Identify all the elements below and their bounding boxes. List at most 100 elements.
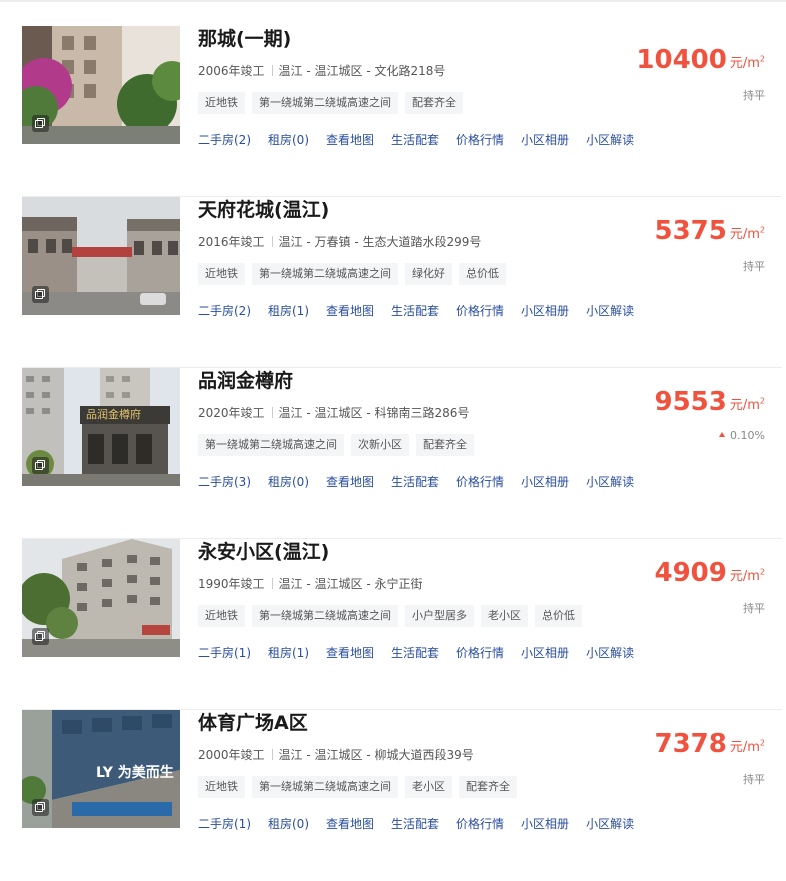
listing-title[interactable]: 天府花城(温江) (198, 197, 329, 223)
feature-tag: 次新小区 (351, 434, 409, 456)
meta-divider (271, 578, 273, 589)
listing-item: 品润金樽府 品润金樽府 2020年竣工 温江 - 温江城区 - 科锦南三路286号… (22, 368, 782, 539)
link-map[interactable]: 查看地图 (326, 131, 374, 149)
feature-tag: 绿化好 (405, 263, 452, 285)
arrow-up-icon (719, 432, 726, 437)
price-unit: 元/m2 (729, 738, 765, 755)
listing-photo[interactable] (22, 539, 180, 657)
feature-tag: 老小区 (405, 776, 452, 798)
link-secondhand[interactable]: 二手房(2) (198, 131, 251, 149)
link-map[interactable]: 查看地图 (326, 815, 374, 833)
link-review[interactable]: 小区解读 (586, 473, 634, 491)
feature-tag: 近地铁 (198, 92, 245, 114)
link-amenities[interactable]: 生活配套 (391, 473, 439, 491)
listing-title[interactable]: 体育广场A区 (198, 710, 308, 736)
listing-meta: 2016年竣工 温江 - 万春镇 - 生态大道踏水段299号 (198, 233, 481, 251)
price: 4909 元/m2 (654, 558, 765, 588)
album-icon (32, 115, 49, 132)
link-secondhand[interactable]: 二手房(3) (198, 473, 251, 491)
listing-links: 二手房(1) 租房(0) 查看地图 生活配套 价格行情 小区相册 小区解读 (198, 813, 651, 833)
meta-divider (271, 407, 273, 418)
feature-tag: 第一绕城第二绕城高速之间 (252, 263, 398, 285)
tag-list: 近地铁 第一绕城第二绕城高速之间 配套齐全 (198, 91, 470, 114)
price-change: 持平 (743, 600, 765, 616)
listing-title[interactable]: 那城(一期) (198, 26, 291, 52)
link-price-trend[interactable]: 价格行情 (456, 473, 504, 491)
price-unit: 元/m2 (729, 567, 765, 584)
listing-title[interactable]: 永安小区(温江) (198, 539, 329, 565)
feature-tag: 配套齐全 (459, 776, 517, 798)
feature-tag: 近地铁 (198, 263, 245, 285)
link-secondhand[interactable]: 二手房(2) (198, 302, 251, 320)
link-rent[interactable]: 租房(0) (268, 131, 309, 149)
listing-photo[interactable]: LY 为美而生 (22, 710, 180, 828)
listing-title[interactable]: 品润金樽府 (198, 368, 293, 394)
album-icon (32, 457, 49, 474)
photo-sign-text: LY 为美而生 (96, 765, 174, 781)
link-price-trend[interactable]: 价格行情 (456, 302, 504, 320)
link-map[interactable]: 查看地图 (326, 473, 374, 491)
feature-tag: 配套齐全 (405, 92, 463, 114)
price: 9553 元/m2 (654, 387, 765, 417)
link-album[interactable]: 小区相册 (521, 644, 569, 662)
listing-photo[interactable] (22, 197, 180, 315)
link-album[interactable]: 小区相册 (521, 302, 569, 320)
link-rent[interactable]: 租房(1) (268, 302, 309, 320)
location: 温江 - 万春镇 - 生态大道踏水段299号 (278, 235, 482, 249)
link-secondhand[interactable]: 二手房(1) (198, 644, 251, 662)
tag-list: 近地铁 第一绕城第二绕城高速之间 小户型居多 老小区 总价低 (198, 604, 589, 627)
meta-divider (271, 65, 273, 76)
meta-divider (271, 236, 273, 247)
listing-links: 二手房(3) 租房(0) 查看地图 生活配套 价格行情 小区相册 小区解读 (198, 471, 651, 491)
listing-photo[interactable]: 品润金樽府 (22, 368, 180, 486)
price-value: 9553 (654, 387, 727, 417)
tag-list: 第一绕城第二绕城高速之间 次新小区 配套齐全 (198, 433, 481, 456)
price-change: 持平 (743, 771, 765, 787)
album-icon (32, 799, 49, 816)
link-amenities[interactable]: 生活配套 (391, 131, 439, 149)
link-review[interactable]: 小区解读 (586, 302, 634, 320)
link-secondhand[interactable]: 二手房(1) (198, 815, 251, 833)
price: 10400 元/m2 (636, 45, 765, 75)
price-change: 持平 (743, 87, 765, 103)
link-album[interactable]: 小区相册 (521, 473, 569, 491)
link-review[interactable]: 小区解读 (586, 815, 634, 833)
feature-tag: 总价低 (459, 263, 506, 285)
link-album[interactable]: 小区相册 (521, 131, 569, 149)
link-map[interactable]: 查看地图 (326, 644, 374, 662)
link-rent[interactable]: 租房(0) (268, 815, 309, 833)
meta-divider (271, 749, 273, 760)
price-change-text: 持平 (743, 602, 765, 615)
feature-tag: 近地铁 (198, 776, 245, 798)
listing-links: 二手房(2) 租房(1) 查看地图 生活配套 价格行情 小区相册 小区解读 (198, 300, 651, 320)
feature-tag: 第一绕城第二绕城高速之间 (198, 434, 344, 456)
link-rent[interactable]: 租房(1) (268, 644, 309, 662)
listing-item: 永安小区(温江) 1990年竣工 温江 - 温江城区 - 永宁正街 近地铁 第一绕城… (22, 539, 782, 710)
link-amenities[interactable]: 生活配套 (391, 644, 439, 662)
link-map[interactable]: 查看地图 (326, 302, 374, 320)
link-review[interactable]: 小区解读 (586, 131, 634, 149)
location: 温江 - 温江城区 - 柳城大道西段39号 (278, 748, 474, 762)
listing-meta: 1990年竣工 温江 - 温江城区 - 永宁正街 (198, 575, 422, 593)
price-unit: 元/m2 (729, 54, 765, 71)
link-amenities[interactable]: 生活配套 (391, 302, 439, 320)
location: 温江 - 温江城区 - 文化路218号 (278, 64, 446, 78)
link-rent[interactable]: 租房(0) (268, 473, 309, 491)
price-value: 7378 (654, 729, 727, 759)
link-amenities[interactable]: 生活配套 (391, 815, 439, 833)
feature-tag: 总价低 (535, 605, 582, 627)
listing-item: LY 为美而生 体育广场A区 2000年竣工 温江 - 温江城区 - 柳城大道西段… (22, 710, 782, 881)
link-price-trend[interactable]: 价格行情 (456, 131, 504, 149)
listing-photo[interactable] (22, 26, 180, 144)
feature-tag: 第一绕城第二绕城高速之间 (252, 776, 398, 798)
tag-list: 近地铁 第一绕城第二绕城高速之间 绿化好 总价低 (198, 262, 513, 285)
price-unit: 元/m2 (729, 225, 765, 242)
price-change: 0.10% (719, 429, 765, 442)
album-icon (32, 628, 49, 645)
link-price-trend[interactable]: 价格行情 (456, 815, 504, 833)
link-album[interactable]: 小区相册 (521, 815, 569, 833)
build-year: 2000年竣工 (198, 748, 265, 762)
price: 5375 元/m2 (654, 216, 765, 246)
link-price-trend[interactable]: 价格行情 (456, 644, 504, 662)
link-review[interactable]: 小区解读 (586, 644, 634, 662)
